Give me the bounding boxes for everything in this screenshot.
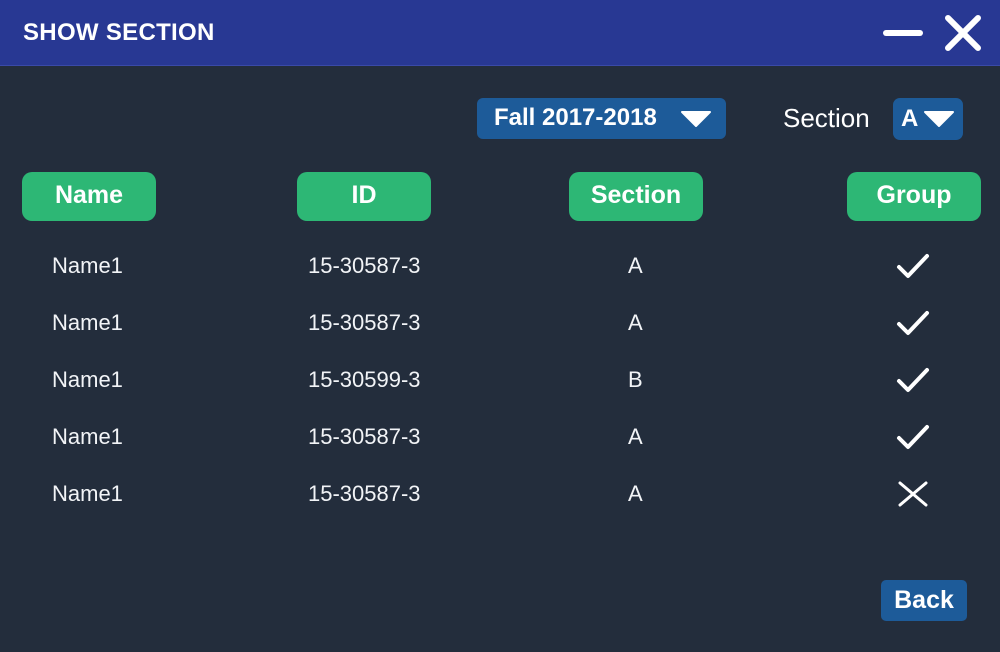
minimize-button[interactable]	[880, 10, 926, 56]
column-header-id[interactable]: ID	[297, 172, 431, 221]
cell-id: 15-30587-3	[308, 310, 421, 335]
table-row: Name1 15-30599-3 B	[0, 359, 1000, 399]
check-icon	[896, 422, 930, 458]
table-row: Name1 15-30587-3 A	[0, 302, 1000, 342]
close-button[interactable]	[940, 10, 986, 56]
section-filter-label: Section	[783, 103, 870, 133]
dropdown-arrow-icon	[923, 110, 955, 133]
table-row: Name1 15-30587-3 A	[0, 416, 1000, 456]
window-title: SHOW SECTION	[23, 19, 215, 46]
cross-icon	[896, 479, 930, 515]
cell-name: Name1	[52, 367, 123, 392]
column-header-name[interactable]: Name	[22, 172, 156, 221]
cell-name: Name1	[52, 481, 123, 506]
cell-section: A	[628, 424, 643, 449]
cell-id: 15-30587-3	[308, 481, 421, 506]
cell-name: Name1	[52, 424, 123, 449]
close-icon	[940, 10, 986, 56]
back-button[interactable]: Back	[881, 580, 967, 621]
section-dropdown-value: A	[901, 105, 919, 132]
dropdown-arrow-icon	[680, 110, 712, 133]
semester-dropdown-value: Fall 2017-2018	[494, 104, 657, 131]
table-row: Name1 15-30587-3 A	[0, 473, 1000, 513]
cell-section: A	[628, 253, 643, 278]
table-row: Name1 15-30587-3 A	[0, 245, 1000, 285]
section-dropdown[interactable]: A	[893, 98, 963, 140]
check-icon	[896, 308, 930, 344]
column-header-group[interactable]: Group	[847, 172, 981, 221]
cell-name: Name1	[52, 253, 123, 278]
minimize-icon	[880, 10, 926, 56]
check-icon	[896, 365, 930, 401]
cell-id: 15-30599-3	[308, 367, 421, 392]
title-bar: SHOW SECTION	[0, 0, 1000, 66]
cell-section: B	[628, 367, 643, 392]
cell-id: 15-30587-3	[308, 253, 421, 278]
semester-dropdown[interactable]: Fall 2017-2018	[477, 98, 726, 139]
cell-name: Name1	[52, 310, 123, 335]
column-header-section[interactable]: Section	[569, 172, 703, 221]
cell-section: A	[628, 310, 643, 335]
check-icon	[896, 251, 930, 287]
cell-section: A	[628, 481, 643, 506]
cell-id: 15-30587-3	[308, 424, 421, 449]
